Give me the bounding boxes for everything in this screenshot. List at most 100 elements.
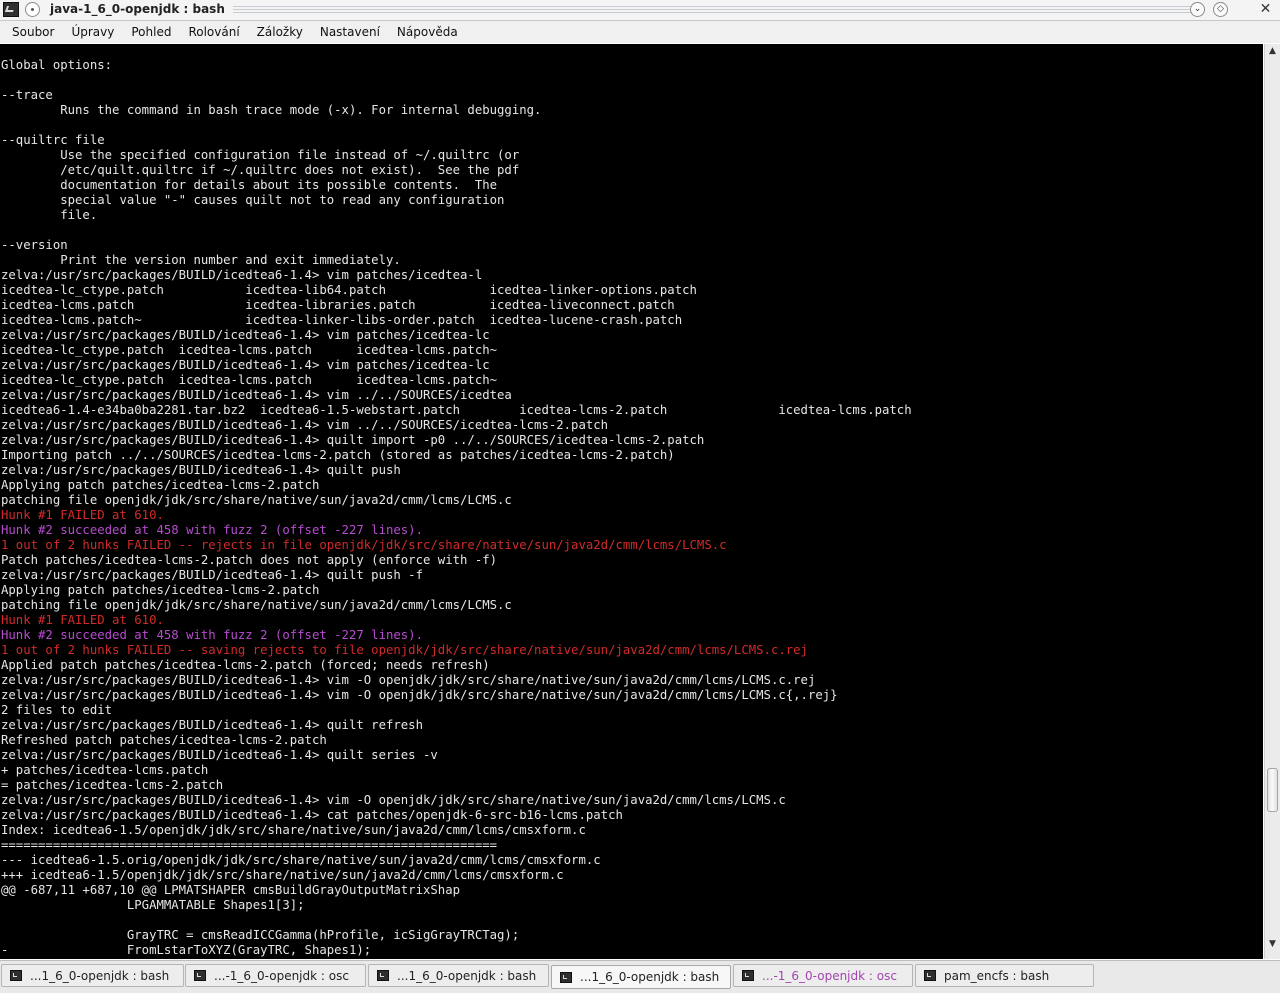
scroll-up-arrow-icon[interactable]: ▲ [1265,44,1280,58]
terminal-line: Index: icedtea6-1.5/openjdk/jdk/src/shar… [1,823,586,837]
menu-nastaveni[interactable]: Nastavení [308,25,387,39]
close-button[interactable]: ✕ [1258,2,1273,17]
menu-napoveda[interactable]: Nápověda [385,25,465,39]
terminal-line: icedtea-lcms.patch~ icedtea-linker-libs-… [1,313,683,327]
session-tab-bar: ...1_6_0-openjdk : bash ...-1_6_0-openjd… [0,960,1280,993]
terminal-line: zelva:/usr/src/packages/BUILD/icedtea6-1… [1,358,490,372]
menu-upravy[interactable]: Úpravy [59,25,121,39]
terminal-line: zelva:/usr/src/packages/BUILD/icedtea6-1… [1,748,438,762]
title-bar-decoration [200,4,1200,15]
terminal-line: LPGAMMATABLE Shapes1[3]; [1,898,305,912]
menu-soubor[interactable]: Soubor [0,25,61,39]
terminal-line: --trace [1,88,53,102]
terminal-line: --quiltrc file [1,133,105,147]
maximize-button[interactable]: ◇ [1213,2,1228,17]
terminal-line: icedtea-lc_ctype.patch icedtea-lib64.pat… [1,283,697,297]
terminal-line: zelva:/usr/src/packages/BUILD/icedtea6-1… [1,268,483,282]
terminal-line: Importing patch ../../SOURCES/icedtea-lc… [1,448,675,462]
terminal-line: Hunk #1 FAILED at 610. [1,508,164,522]
tab-label: ...1_6_0-openjdk : bash [30,968,170,983]
terminal-line: zelva:/usr/src/packages/BUILD/icedtea6-1… [1,793,786,807]
terminal-line: @@ -687,11 +687,10 @@ LPMATSHAPER cmsBui… [1,883,461,897]
terminal-line: Applied patch patches/icedtea-lcms-2.pat… [1,658,490,672]
terminal-line: icedtea6-1.4-e34ba0ba2281.tar.bz2 icedte… [1,403,912,417]
menu-rolovani[interactable]: Rolování [176,25,246,39]
terminal-line: zelva:/usr/src/packages/BUILD/icedtea6-1… [1,328,490,342]
terminal-icon [742,970,754,981]
terminal-icon [194,970,206,981]
terminal-line: ========================================… [1,838,498,852]
menu-pohled[interactable]: Pohled [119,25,178,39]
terminal-line: special value "-" causes quilt not to re… [1,193,505,207]
terminal-line: --version [1,238,68,252]
terminal-line: documentation for details about its poss… [1,178,498,192]
terminal-icon [924,970,936,981]
terminal-line: zelva:/usr/src/packages/BUILD/icedtea6-1… [1,433,705,447]
tab-label: ...-1_6_0-openjdk : osc [214,968,349,983]
terminal-text: Global options: --trace Runs the command … [0,44,1263,958]
title-bar[interactable]: java-1_6_0-openjdk : bash ⌄ ◇ ✕ [0,0,1280,21]
tab-label: ...1_6_0-openjdk : bash [397,968,537,983]
tab-session-4-active[interactable]: ...1_6_0-openjdk : bash [551,965,731,989]
terminal-line: - FromLstarToXYZ(GrayTRC, Shapes1); [1,943,372,957]
window-title: java-1_6_0-openjdk : bash [50,2,233,16]
terminal-line: icedtea-lcms.patch icedtea-libraries.pat… [1,298,675,312]
terminal-line: Runs the command in bash trace mode (-x)… [1,103,542,117]
terminal-line: zelva:/usr/src/packages/BUILD/icedtea6-1… [1,718,423,732]
terminal-app-icon[interactable] [3,2,19,17]
scrollbar-thumb[interactable] [1267,767,1278,812]
terminal-line: icedtea-lc_ctype.patch icedtea-lcms.patc… [1,373,498,387]
terminal-line: +++ icedtea6-1.5/openjdk/jdk/src/share/n… [1,868,564,882]
terminal-line: zelva:/usr/src/packages/BUILD/icedtea6-1… [1,673,816,687]
terminal-line: patching file openjdk/jdk/src/share/nati… [1,493,512,507]
terminal-line: Applying patch patches/icedtea-lcms-2.pa… [1,478,320,492]
terminal-icon [560,971,572,983]
terminal-line: Hunk #2 succeeded at 458 with fuzz 2 (of… [1,523,423,537]
tab-label: ...1_6_0-openjdk : bash [580,970,720,984]
tab-label: ...-1_6_0-openjdk : osc [762,968,897,983]
terminal-line: GrayTRC = cmsReadICCGamma(hProfile, icSi… [1,928,520,942]
tab-session-1[interactable]: ...1_6_0-openjdk : bash [1,964,184,987]
terminal-line: + patches/icedtea-lcms.patch [1,763,209,777]
tab-session-3[interactable]: ...1_6_0-openjdk : bash [368,964,549,987]
terminal-line: 2 files to edit [1,703,113,717]
terminal-line: Refreshed patch patches/icedtea-lcms-2.p… [1,733,327,747]
menu-zalozky[interactable]: Záložky [245,25,310,39]
minimize-button[interactable]: ⌄ [1190,2,1205,17]
terminal-line: file. [1,208,98,222]
terminal-line: zelva:/usr/src/packages/BUILD/icedtea6-1… [1,568,423,582]
terminal-line: Hunk #2 succeeded at 458 with fuzz 2 (of… [1,628,423,642]
terminal-line: Print the version number and exit immedi… [1,253,401,267]
terminal-line: Applying patch patches/icedtea-lcms-2.pa… [1,583,320,597]
terminal-line: Use the specified configuration file ins… [1,148,520,162]
tab-session-6[interactable]: pam_encfs : bash [915,964,1094,987]
tab-session-2[interactable]: ...-1_6_0-openjdk : osc [185,964,366,987]
terminal-line: zelva:/usr/src/packages/BUILD/icedtea6-1… [1,688,838,702]
scroll-down-arrow-icon[interactable]: ▼ [1265,937,1280,951]
terminal-line: icedtea-lc_ctype.patch icedtea-lcms.patc… [1,343,498,357]
terminal-line: --- icedtea6-1.5.orig/openjdk/jdk/src/sh… [1,853,601,867]
terminal-line: Patch patches/icedtea-lcms-2.patch does … [1,553,498,567]
terminal-line: 1 out of 2 hunks FAILED -- rejects in fi… [1,538,727,552]
terminal-line: Hunk #1 FAILED at 610. [1,613,164,627]
tab-label: pam_encfs : bash [944,968,1050,983]
terminal-line: /etc/quilt.quiltrc if ~/.quiltrc does no… [1,163,520,177]
terminal-line: zelva:/usr/src/packages/BUILD/icedtea6-1… [1,418,609,432]
terminal-icon [10,970,22,981]
terminal-output[interactable]: Global options: --trace Runs the command … [0,44,1263,959]
window-menu-icon[interactable] [25,2,40,17]
terminal-line: zelva:/usr/src/packages/BUILD/icedtea6-1… [1,808,623,822]
tab-session-5-activity[interactable]: ...-1_6_0-openjdk : osc [733,964,913,987]
terminal-line: Global options: [1,58,113,72]
terminal-line: 1 out of 2 hunks FAILED -- saving reject… [1,643,808,657]
terminal-icon [377,970,389,981]
vertical-scrollbar[interactable]: ▲ ▼ [1264,44,1280,959]
terminal-line: zelva:/usr/src/packages/BUILD/icedtea6-1… [1,463,401,477]
menu-bar: Soubor Úpravy Pohled Rolování Záložky Na… [0,21,1280,43]
terminal-line: patching file openjdk/jdk/src/share/nati… [1,598,512,612]
terminal-line: = patches/icedtea-lcms-2.patch [1,778,224,792]
